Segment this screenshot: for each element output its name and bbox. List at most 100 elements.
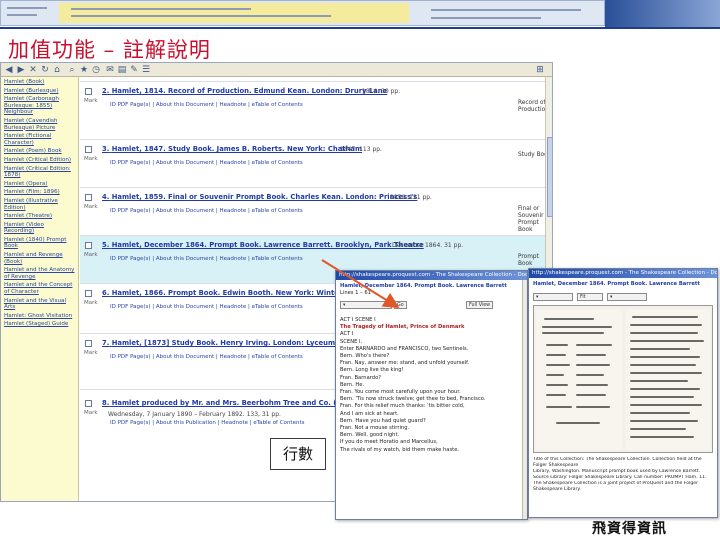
play-line: Fran. Barnardo?	[340, 374, 382, 381]
ink-line	[630, 396, 694, 398]
result-meta: 1814. 30 pp.	[362, 88, 401, 95]
sidebar-item[interactable]: Hamlet (Illustrative Edition)	[4, 198, 75, 211]
play-line: If you do meet Horatio and Marcellus,	[340, 439, 438, 446]
company-logo-text: 飛資得資訊	[592, 521, 667, 537]
ink-line	[542, 326, 612, 328]
document-image-window: http://shakespeare.proquest.com - The Sh…	[528, 268, 718, 518]
result-links[interactable]: ID PDF Page(s) | About this Document | H…	[110, 354, 303, 360]
mark-checkbox[interactable]	[85, 290, 92, 297]
ink-line	[576, 364, 610, 366]
play-line: Bern. 'Tis now struck twelve; get thee t…	[340, 396, 486, 403]
sidebar-item[interactable]: Hamlet (Critical Edition)	[4, 157, 75, 164]
sidebar-item[interactable]: Hamlet (1840) Prompt Book	[4, 237, 75, 250]
ink-line	[576, 354, 606, 356]
search-icon[interactable]: ⌕	[67, 65, 77, 75]
line-select[interactable]: ▾	[340, 301, 392, 309]
favorites-icon[interactable]: ★	[79, 65, 89, 75]
print-icon[interactable]: ▤	[117, 65, 127, 75]
sidebar-item[interactable]: Hamlet and the Anatomy of Revenge	[4, 267, 75, 280]
page-select[interactable]: ▾	[533, 293, 573, 301]
sidebar-item[interactable]: Hamlet (Theatre)	[4, 213, 75, 220]
popup-header: Hamlet, December 1864. Prompt Book. Lawr…	[533, 281, 713, 288]
mark-checkbox[interactable]	[85, 88, 92, 95]
edit-icon[interactable]: ✎	[129, 65, 139, 75]
banner-line	[71, 15, 331, 17]
banner-line	[431, 17, 541, 19]
sidebar-item[interactable]: Hamlet (Film: 1896)	[4, 189, 75, 196]
zoom-select[interactable]: Fit	[577, 293, 603, 301]
result-title[interactable]: 4. Hamlet, 1859. Final or Souvenir Promp…	[102, 193, 417, 201]
refresh-icon[interactable]: ↻	[40, 65, 50, 75]
play-line: Bern. Who's there?	[340, 353, 390, 360]
forward-icon[interactable]: ▶	[16, 65, 26, 75]
caption-line: The Shakespeare Collection is a joint pr…	[533, 481, 699, 492]
result-links[interactable]: ID PDF Page(s) | About this Document | H…	[110, 208, 303, 214]
ink-line	[556, 422, 600, 424]
go-button[interactable]: Go	[394, 301, 407, 309]
sidebar-item[interactable]: Hamlet (Burlesque)	[4, 88, 75, 95]
sidebar-item[interactable]: Hamlet (Fictional Character)	[4, 133, 75, 146]
manuscript-left-page	[536, 310, 622, 450]
sidebar-item[interactable]: Hamlet and the Concept of Character	[4, 282, 75, 295]
sidebar-item[interactable]: Hamlet (Staged) Guide	[4, 321, 75, 328]
popup-header: Hamlet, December 1864. Prompt Book. Lawr…	[340, 283, 521, 297]
history-icon[interactable]: ◷	[91, 65, 101, 75]
stop-icon[interactable]: ✕	[28, 65, 38, 75]
result-links[interactable]: ID PDF Page(s) | About this Document | H…	[110, 102, 303, 108]
ink-line	[544, 318, 594, 320]
mark-label: Mark	[84, 156, 98, 162]
popup-title-bar: http://shakespeare.proquest.com - The Sh…	[529, 269, 717, 278]
scroll-thumb[interactable]	[547, 137, 552, 217]
mark-checkbox[interactable]	[85, 146, 92, 153]
sidebar-item[interactable]: Hamlet (Critical Edition: 1878)	[4, 166, 75, 179]
result-title[interactable]: 6. Hamlet, 1866. Prompt Book. Edwin Boot…	[102, 289, 372, 297]
result-links[interactable]: ID PDF Page(s) | About this Document | H…	[110, 304, 303, 310]
sidebar-item[interactable]: Hamlet: Ghost Visitation	[4, 313, 75, 320]
manuscript-image	[533, 305, 713, 453]
sidebar-item[interactable]: Hamlet and the Visual Arts	[4, 298, 75, 311]
play-text: ACT I SCENE I The Tragedy of Hamlet, Pri…	[340, 317, 521, 454]
sidebar-item[interactable]: Hamlet (Poem) Book	[4, 148, 75, 155]
result-links[interactable]: ID PDF Page(s) | About this Document | H…	[110, 256, 303, 262]
result-title-text: Hamlet, 1847. Study Book. James B. Rober…	[111, 145, 363, 153]
result-title-text: Hamlet, 1859. Final or Souvenir Prompt B…	[111, 193, 418, 201]
result-title[interactable]: 8. Hamlet produced by Mr. and Mrs. Beerb…	[102, 399, 362, 407]
result-number: 4.	[102, 193, 110, 201]
result-links[interactable]: ID PDF Page(s) | About this Document | H…	[110, 160, 303, 166]
mark-label: Mark	[84, 350, 98, 356]
result-title[interactable]: 7. Hamlet, [1873] Study Book. Henry Irvi…	[102, 339, 367, 347]
mark-checkbox[interactable]	[85, 340, 92, 347]
ink-line	[546, 394, 566, 396]
back-icon[interactable]: ◀	[4, 65, 14, 75]
caption-line: Title of this Collection: The Shakespear…	[533, 457, 702, 468]
result-title[interactable]: 3. Hamlet, 1847. Study Book. James B. Ro…	[102, 145, 362, 153]
mark-checkbox[interactable]	[85, 400, 92, 407]
ink-line	[546, 364, 570, 366]
home-icon[interactable]: ⌂	[52, 65, 62, 75]
top-banner	[0, 0, 720, 30]
result-title[interactable]: 2. Hamlet, 1814. Record of Production. E…	[102, 87, 387, 95]
banner-highlight	[59, 3, 409, 23]
result-row: Mark 3. Hamlet, 1847. Study Book. James …	[80, 139, 552, 187]
sidebar-item[interactable]: Hamlet and Revenge (Book)	[4, 252, 75, 265]
sidebar-item[interactable]: Hamlet (Carbonagh Burlesque: 1855) Neigh…	[4, 96, 75, 116]
windows-logo-icon: ⊞	[536, 65, 544, 75]
line-count-label: 行數	[270, 438, 326, 470]
discuss-icon[interactable]: ☰	[141, 65, 151, 75]
popup-scrollbar[interactable]	[522, 280, 527, 519]
result-number: 2.	[102, 87, 110, 95]
result-links[interactable]: ID PDF Page(s) | About this Publication …	[110, 420, 304, 426]
ink-line	[546, 344, 568, 346]
manuscript-right-page	[626, 310, 710, 450]
sidebar-item[interactable]: Hamlet (Book)	[4, 79, 75, 86]
view-select[interactable]: ▾	[607, 293, 647, 301]
mark-checkbox[interactable]	[85, 242, 92, 249]
mark-checkbox[interactable]	[85, 194, 92, 201]
result-title[interactable]: 5. Hamlet, December 1864. Prompt Book. L…	[102, 241, 424, 249]
sidebar-item[interactable]: Hamlet (Cavendish Burlesque) Picture	[4, 118, 75, 131]
sidebar-item[interactable]: Hamlet (Opera)	[4, 181, 75, 188]
sidebar-item[interactable]: Hamlet (Video Recording)	[4, 222, 75, 235]
mail-icon[interactable]: ✉	[105, 65, 115, 75]
play-line: ACT I	[340, 331, 354, 338]
full-view-button[interactable]: Full View	[466, 301, 494, 309]
